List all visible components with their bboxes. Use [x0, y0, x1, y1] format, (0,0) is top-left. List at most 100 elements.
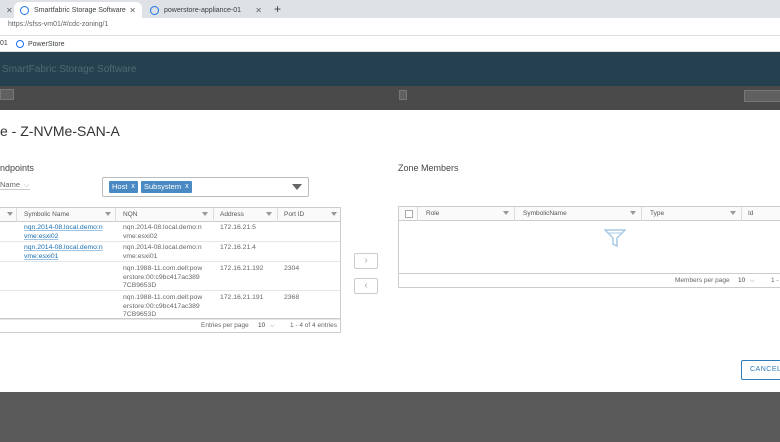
chevron-right-icon: ›: [364, 255, 368, 266]
column-header-id[interactable]: Id: [748, 210, 753, 217]
members-per-page-label: Members per page: [675, 277, 730, 284]
column-separator: [213, 208, 214, 222]
bookmarks-bar: 01 PowerStore: [0, 36, 780, 52]
endpoint-type-select[interactable]: Host x Subsystem x: [102, 177, 309, 197]
column-header-symbolic-name[interactable]: Symbolic Name: [24, 211, 70, 218]
bookmark-label: PowerStore: [28, 40, 65, 48]
toolbar-button: [0, 89, 14, 100]
column-separator: [417, 207, 418, 221]
address-bar[interactable]: https://sfss-vm01/#/cdc-zoning/1: [0, 18, 780, 36]
pagination-range: 1 - 4 of 4 entries: [290, 322, 337, 329]
powerstore-favicon-icon: [150, 5, 159, 15]
address-cell: 172.16.21.4: [220, 244, 256, 251]
column-separator: [277, 208, 278, 222]
filter-icon[interactable]: [7, 212, 13, 216]
port-id-cell: 2368: [284, 294, 300, 301]
modal-title: e - Z-NVMe-SAN-A: [0, 123, 120, 139]
edit-zone-modal: e - Z-NVMe-SAN-A ndpoints Zone Members N…: [0, 110, 780, 392]
column-separator: [741, 207, 742, 221]
chip-label: Subsystem: [144, 182, 182, 191]
symbolic-name-cell[interactable]: nqn.2014-08.local.demo:n vme:esxi01: [24, 244, 112, 261]
nqn-cell: nqn.1988-11.com.dell:pow erstore:00:c9bc…: [123, 265, 203, 289]
cancel-button[interactable]: CANCEL: [741, 360, 780, 380]
column-separator: [641, 207, 642, 221]
bookmark-powerstore[interactable]: PowerStore: [16, 40, 65, 48]
column-header-symbolicname[interactable]: SymbolicName: [523, 210, 567, 217]
filter-icon[interactable]: [331, 212, 337, 216]
pagination-range: 1 -: [771, 277, 779, 284]
column-header-role[interactable]: Role: [426, 210, 439, 217]
nqn-cell: nqn.1988-11.com.dell:pow erstore:00:c9bc…: [123, 294, 203, 318]
zone-members-label: Zone Members: [398, 163, 459, 173]
caret-down-icon[interactable]: [292, 184, 302, 190]
close-icon[interactable]: ✕: [255, 6, 262, 15]
app-title: SmartFabric Storage Software: [2, 64, 137, 75]
chevron-left-icon: ‹: [364, 280, 368, 291]
grid-header: Role SymbolicName Type Id: [399, 207, 780, 221]
column-separator: [16, 208, 17, 222]
chip-label: Host: [112, 182, 128, 191]
select-all-checkbox[interactable]: [405, 210, 413, 218]
column-header-nqn[interactable]: NQN: [123, 211, 137, 218]
nqn-cell: nqn.2014-08.local.demo:n vme:esxi01: [123, 244, 202, 260]
browser-tab-label: Smartfabric Storage Software: [34, 6, 126, 14]
endpoints-label: ndpoints: [0, 163, 35, 173]
column-header-type[interactable]: Type: [650, 210, 664, 217]
app-toolbar-dimmed: [0, 86, 780, 110]
filter-icon[interactable]: [730, 211, 736, 215]
column-separator: [115, 208, 116, 222]
filter-icon[interactable]: [105, 212, 111, 216]
url-text[interactable]: https://sfss-vm01/#/cdc-zoning/1: [8, 21, 108, 28]
new-tab-icon[interactable]: +: [274, 2, 281, 16]
close-icon[interactable]: x: [131, 181, 135, 193]
chevron-down-icon[interactable]: ⌵: [270, 323, 275, 330]
page-size-select[interactable]: 10: [258, 322, 265, 329]
close-icon[interactable]: x: [185, 181, 189, 193]
grid-footer: Members per page 10 ⌵ 1 -: [399, 273, 780, 287]
filter-underline: [0, 189, 30, 190]
address-cell: 172.16.21.192: [220, 265, 264, 272]
table-row[interactable]: nqn.1988-11.com.dell:pow erstore:00:c9bc…: [0, 291, 340, 320]
page-overlay-dimmed: [0, 392, 780, 442]
powerstore-favicon-icon: [16, 40, 24, 48]
port-id-cell: 2304: [284, 265, 300, 272]
column-separator: [514, 207, 515, 221]
grid-footer: Entries per page 10 ⌵ 1 - 4 of 4 entries: [0, 318, 340, 332]
toolbar-checkbox: [399, 90, 407, 100]
table-row[interactable]: nqn.2014-08.local.demo:n vme:esxi02 nqn.…: [0, 222, 340, 242]
address-cell: 172.16.21.5: [220, 224, 256, 231]
address-cell: 172.16.21.191: [220, 294, 264, 301]
filter-name-label: Name: [0, 180, 21, 189]
page-size-select[interactable]: 10: [738, 277, 745, 284]
endpoints-grid: Symbolic Name NQN Address Port ID nqn.20…: [0, 207, 341, 333]
chevron-down-icon: ⌵: [24, 182, 30, 189]
close-icon[interactable]: ✕: [129, 6, 136, 15]
browser-tab-powerstore[interactable]: powerstore-appliance-01 ✕: [144, 2, 268, 18]
filter-chip-subsystem[interactable]: Subsystem x: [141, 181, 192, 193]
toolbar-search: [744, 90, 780, 102]
chevron-down-icon[interactable]: ⌵: [750, 278, 755, 285]
filter-icon[interactable]: [630, 211, 636, 215]
browser-tab-bar: ✕ Smartfabric Storage Software ✕ powerst…: [0, 0, 780, 18]
filter-chip-host[interactable]: Host x: [109, 181, 138, 193]
filter-icon[interactable]: [266, 212, 272, 216]
filter-icon[interactable]: [202, 212, 208, 216]
browser-tab-partial[interactable]: ✕: [0, 2, 13, 18]
sfss-favicon-icon: [20, 5, 29, 15]
column-header-address[interactable]: Address: [220, 211, 244, 218]
browser-tab-sfss[interactable]: Smartfabric Storage Software ✕: [14, 2, 142, 18]
column-header-port-id[interactable]: Port ID: [284, 211, 304, 218]
add-to-zone-button[interactable]: ›: [354, 253, 378, 269]
table-row[interactable]: nqn.2014-08.local.demo:n vme:esxi01 nqn.…: [0, 242, 340, 262]
browser-tab-label: powerstore-appliance-01: [164, 6, 242, 14]
filter-icon[interactable]: [503, 211, 509, 215]
table-row[interactable]: nqn.1988-11.com.dell:pow erstore:00:c9bc…: [0, 262, 340, 291]
bookmark-partial[interactable]: 01: [0, 40, 8, 47]
close-icon[interactable]: ✕: [6, 6, 13, 15]
entries-per-page-label: Entries per page: [201, 322, 249, 329]
symbolic-name-cell[interactable]: nqn.2014-08.local.demo:n vme:esxi02: [24, 224, 112, 241]
grid-header: Symbolic Name NQN Address Port ID: [0, 208, 340, 222]
zone-members-grid: Role SymbolicName Type Id Members per pa…: [398, 206, 780, 288]
remove-from-zone-button[interactable]: ‹: [354, 278, 378, 294]
app-header: SmartFabric Storage Software: [0, 52, 780, 86]
